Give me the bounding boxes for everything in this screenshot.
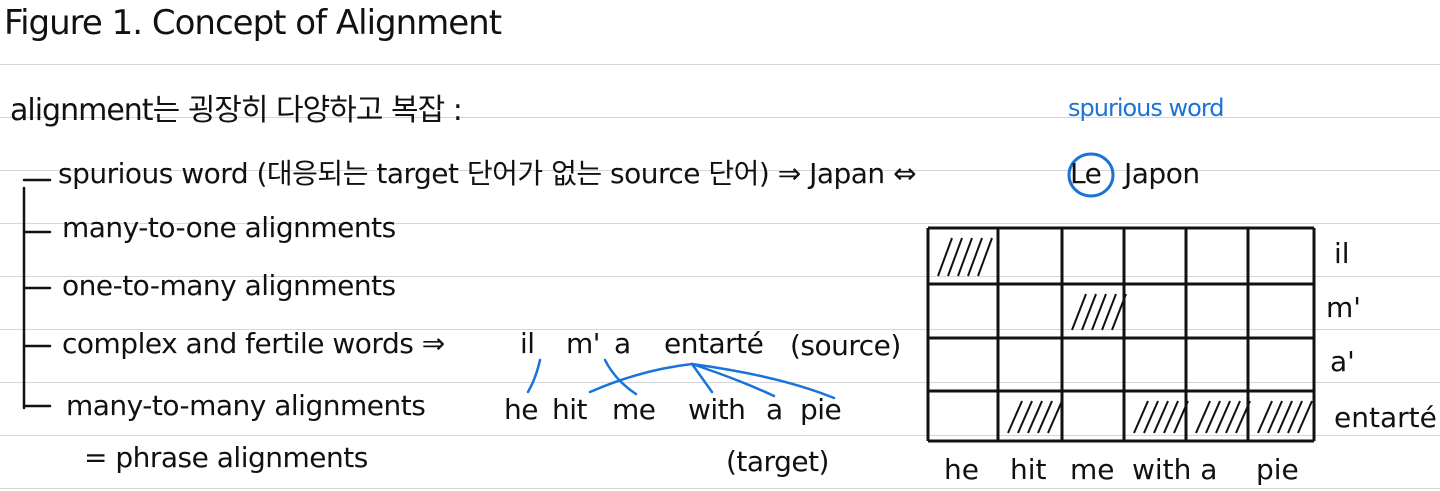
item-many-to-many: many-to-many alignments	[66, 389, 426, 422]
target-word-a: a	[766, 393, 783, 426]
spurious-highlight-word: Le	[1070, 157, 1102, 190]
item-phrase-alignments: = phrase alignments	[84, 441, 368, 474]
matrix-row-label-entarte: entarté	[1334, 401, 1437, 434]
source-tag: (source)	[790, 329, 901, 362]
alignment-matrix	[926, 226, 1316, 443]
matrix-col-label-me: me	[1070, 453, 1115, 486]
matrix-col-label-he: he	[944, 453, 979, 486]
source-word-il: il	[520, 327, 535, 360]
source-word-m: m'	[566, 327, 600, 360]
item-spurious-word: spurious word (대응되는 target 단어가 없는 source…	[58, 157, 917, 190]
spurious-rest-word: Japon	[1124, 157, 1200, 190]
matrix-col-label-pie: pie	[1256, 453, 1299, 486]
item-many-to-one: many-to-one alignments	[62, 211, 396, 244]
hatched-cell-r1-c2	[1071, 293, 1127, 331]
matrix-col-label-with-a: with a	[1132, 453, 1218, 486]
matrix-row-label-a: a'	[1330, 345, 1355, 378]
hatched-cell-r0-c0	[937, 237, 993, 277]
target-word-me: me	[612, 393, 656, 426]
target-word-pie: pie	[800, 393, 842, 426]
item-one-to-many: one-to-many alignments	[62, 269, 396, 302]
hatched-cell-r3-c3	[1133, 400, 1189, 434]
source-word-a: a	[614, 327, 631, 360]
hatched-cell-r3-c1	[1007, 400, 1063, 434]
target-tag: (target)	[726, 445, 829, 478]
target-word-with: with	[688, 393, 746, 426]
hatched-cell-r3-c5	[1257, 400, 1313, 434]
item-complex-fertile: complex and fertile words ⇒	[62, 327, 445, 360]
source-word-entarte: entarté	[664, 327, 764, 360]
matrix-col-label-hit: hit	[1010, 453, 1047, 486]
hatched-cell-r3-c4	[1195, 400, 1251, 434]
matrix-row-label-il: il	[1334, 237, 1350, 270]
target-word-he: he	[504, 393, 538, 426]
target-word-hit: hit	[552, 393, 588, 426]
matrix-row-label-m: m'	[1326, 291, 1361, 324]
